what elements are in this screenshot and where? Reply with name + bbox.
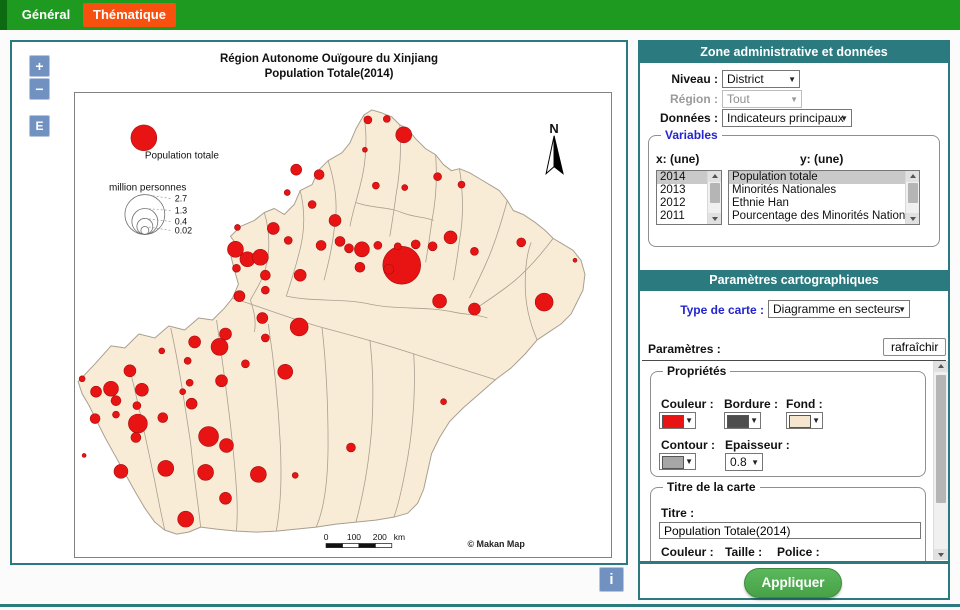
list-option[interactable]: 2011 <box>657 210 707 223</box>
list-option[interactable]: 2012 <box>657 197 707 210</box>
titre-taille-label: Taille : <box>725 545 775 559</box>
couleur-swatch-select[interactable] <box>659 412 696 429</box>
y-variable-label: y: (une) <box>800 152 860 166</box>
fond-swatch-select[interactable] <box>786 412 823 429</box>
epaisseur-label: Epaisseur : <box>725 438 795 452</box>
settings-panel: Zone administrative et données Niveau : … <box>638 40 950 600</box>
info-button[interactable]: i <box>599 567 624 592</box>
svg-text:0.02: 0.02 <box>175 225 192 235</box>
map-panel: + − E Région Autonome Ouïgoure du Xinjia… <box>10 40 628 565</box>
list-option[interactable]: Minorités Nationales <box>729 184 905 197</box>
apply-area: Appliquer <box>640 564 948 598</box>
type-carte-label: Type de carte : <box>650 303 764 317</box>
tab-general[interactable]: Général <box>20 3 72 27</box>
map-title-line2: Population Totale(2014) <box>60 67 598 82</box>
bordure-swatch-select[interactable] <box>724 412 761 429</box>
list-option[interactable]: 2013 <box>657 184 707 197</box>
contour-label: Contour : <box>661 438 721 452</box>
svg-text:km: km <box>394 532 405 542</box>
svg-text:1.3: 1.3 <box>175 205 187 215</box>
map-title: Région Autonome Ouïgoure du Xinjiang Pop… <box>60 52 598 82</box>
titre-police-label: Police : <box>777 545 832 559</box>
donnees-value: Indicateurs principaux <box>727 111 844 125</box>
contour-swatch-select[interactable] <box>659 453 696 470</box>
svg-text:© Makan Map: © Makan Map <box>467 539 525 549</box>
map-frame[interactable]: Population totale million personnes2.71.3… <box>74 92 612 558</box>
donnees-select[interactable]: Indicateurs principaux <box>722 109 852 127</box>
bottom-border <box>0 604 960 607</box>
svg-text:Population totale: Population totale <box>145 151 220 162</box>
fond-label: Fond : <box>786 397 836 411</box>
contour-swatch <box>662 456 684 469</box>
bordure-swatch <box>727 415 749 428</box>
scroll-thumb[interactable] <box>710 183 720 203</box>
proprietes-legend: Propriétés <box>663 364 730 378</box>
donnees-label: Données : <box>640 111 718 125</box>
x-list-scrollbar[interactable] <box>707 171 721 224</box>
niveau-label: Niveau : <box>640 72 718 86</box>
type-carte-select[interactable]: Diagramme en secteurs <box>768 300 910 318</box>
region-label: Région : <box>640 92 718 106</box>
titre-input[interactable] <box>659 522 921 539</box>
region-value: Tout <box>727 92 750 106</box>
svg-text:0: 0 <box>324 532 329 542</box>
scroll-up-icon[interactable] <box>906 171 919 182</box>
topbar-left-edge <box>0 0 7 30</box>
svg-text:100: 100 <box>347 532 361 542</box>
scroll-down-icon[interactable] <box>934 549 948 560</box>
scroll-thumb[interactable] <box>908 183 918 203</box>
proprietes-fieldset: Propriétés Couleur : Bordure : Fond : Co… <box>650 371 926 477</box>
epaisseur-select[interactable]: 0.8 <box>725 453 763 471</box>
y-variable-list[interactable]: Population totaleMinorités NationalesEth… <box>728 170 920 225</box>
region-select: Tout <box>722 90 802 108</box>
zoom-out-button[interactable]: − <box>29 78 50 100</box>
top-menu-bar: Général Thématique <box>0 0 960 30</box>
parameters-scrollbar[interactable] <box>933 361 948 560</box>
scroll-up-icon[interactable] <box>708 171 721 182</box>
svg-text:million personnes: million personnes <box>109 183 186 194</box>
svg-text:200: 200 <box>373 532 387 542</box>
niveau-select[interactable]: District <box>722 70 800 88</box>
list-option[interactable]: Population totale <box>729 171 905 184</box>
titre-couleur-label: Couleur : <box>661 545 723 559</box>
list-option[interactable]: Pourcentage des Minorités Nationa <box>729 210 905 223</box>
couleur-swatch <box>662 415 684 428</box>
bordure-label: Bordure : <box>724 397 784 411</box>
epaisseur-value: 0.8 <box>730 455 747 469</box>
variables-legend: Variables <box>661 128 722 142</box>
scroll-thumb[interactable] <box>936 375 946 503</box>
list-option[interactable]: 2014 <box>657 171 707 184</box>
couleur-label: Couleur : <box>661 397 721 411</box>
parameters-scroll-area[interactable]: Propriétés Couleur : Bordure : Fond : Co… <box>642 360 946 561</box>
map-title-line1: Région Autonome Ouïgoure du Xinjiang <box>60 52 598 67</box>
zoom-in-button[interactable]: + <box>29 55 50 77</box>
type-carte-value: Diagramme en secteurs <box>773 302 900 316</box>
carto-panel-header: Paramètres cartographiques <box>640 270 948 291</box>
scroll-up-icon[interactable] <box>934 361 948 372</box>
niveau-value: District <box>727 72 764 86</box>
titre-carte-fieldset: Titre de la carte Titre : Couleur : Tail… <box>650 487 926 561</box>
fond-swatch <box>789 415 811 428</box>
scroll-down-icon[interactable] <box>708 213 721 224</box>
y-list-scrollbar[interactable] <box>905 171 919 224</box>
svg-text:N: N <box>549 121 558 136</box>
scroll-down-icon[interactable] <box>906 213 919 224</box>
titre-carte-legend: Titre de la carte <box>663 480 760 494</box>
admin-panel-header: Zone administrative et données <box>640 42 948 63</box>
tab-thematique[interactable]: Thématique <box>83 3 176 27</box>
x-variable-list[interactable]: 2014201320122011 <box>656 170 722 225</box>
full-extent-button[interactable]: E <box>29 115 50 137</box>
parametres-label: Paramètres : <box>648 342 738 356</box>
apply-button[interactable]: Appliquer <box>744 568 842 598</box>
svg-text:2.7: 2.7 <box>175 194 187 204</box>
refresh-button[interactable]: rafraîchir <box>883 338 946 356</box>
titre-label: Titre : <box>661 506 721 520</box>
x-variable-label: x: (une) <box>656 152 716 166</box>
xinjiang-map[interactable]: Population totale million personnes2.71.3… <box>75 93 611 557</box>
list-option[interactable]: Ethnie Han <box>729 197 905 210</box>
